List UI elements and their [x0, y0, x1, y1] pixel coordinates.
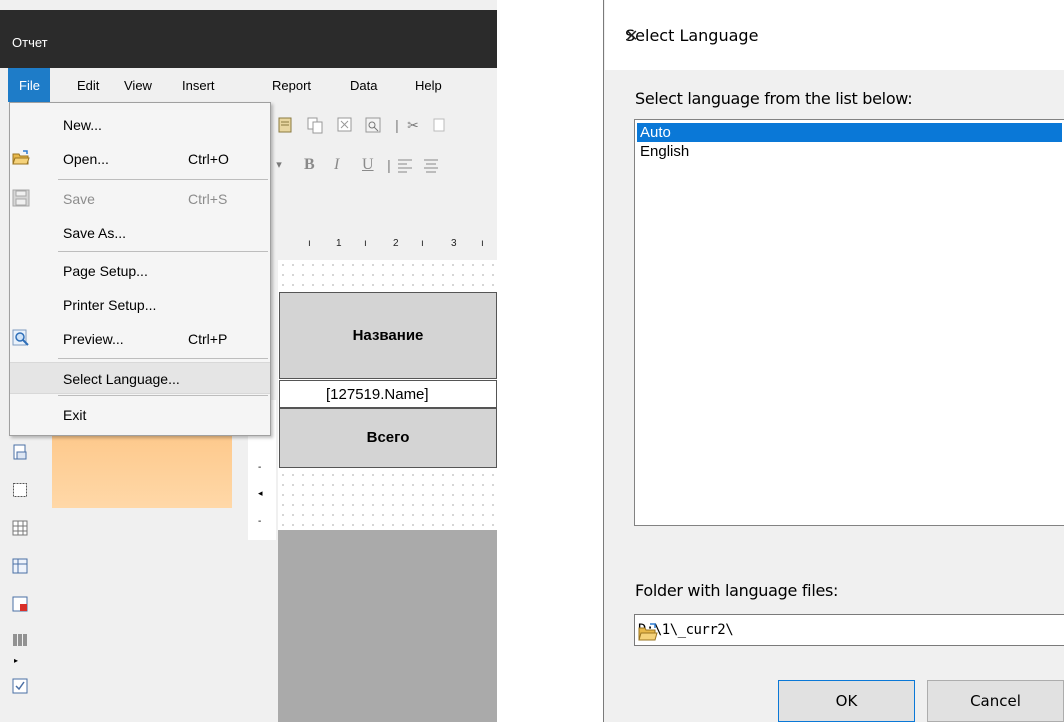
align-left-icon[interactable] [396, 156, 414, 174]
menu-separator [58, 358, 268, 359]
chart-component-icon[interactable] [12, 596, 28, 612]
menu-shortcut: Ctrl+P [188, 331, 228, 347]
open-folder-icon [12, 149, 30, 167]
menu-item-label: Select Language... [63, 371, 180, 387]
barcode-icon[interactable] [12, 632, 28, 648]
language-option-label: English [640, 143, 690, 160]
checkbox-icon[interactable] [12, 678, 28, 694]
menu-separator [58, 179, 268, 180]
ruler-label-2: 2 [393, 238, 399, 249]
select-language-dialog: Select Language ✕ Select language from t… [603, 0, 1064, 722]
menu-separator [58, 251, 268, 252]
underline-button[interactable]: U [362, 156, 374, 174]
menu-item-label: Exit [63, 407, 87, 423]
more-arrow-icon[interactable]: ▸ [14, 656, 30, 672]
close-icon[interactable]: ✕ [625, 26, 638, 45]
menu-separator [58, 395, 268, 396]
toolbar-standard: | ✂ [270, 108, 497, 144]
copy-icon[interactable] [306, 116, 324, 134]
menu-item-new[interactable]: New... [10, 109, 270, 141]
cut-icon[interactable]: ✂ [404, 116, 422, 134]
total-text: Всего [366, 429, 410, 446]
ruler-tick: ı [481, 238, 484, 249]
menu-item-label: New... [63, 117, 102, 133]
data-tree-panel [52, 430, 232, 508]
menu-item-label: Save As... [63, 225, 127, 241]
ruler-tick: ◂ [258, 488, 263, 498]
rectangle-icon[interactable] [12, 482, 28, 498]
ruler-label-1: 1 [336, 238, 342, 249]
menu-file[interactable]: File [8, 68, 50, 102]
report-designer-window: Отчет Edit View Insert Report Data Help … [0, 0, 497, 722]
font-size-dropdown-icon[interactable]: ▾ [270, 156, 288, 174]
align-center-icon[interactable] [422, 156, 440, 174]
menu-item-label: Preview... [63, 331, 124, 347]
menu-help[interactable]: Help [415, 78, 442, 93]
save-disk-icon [12, 189, 30, 207]
window-title: Отчет [12, 35, 48, 50]
menu-item-page-setup[interactable]: Page Setup... [10, 255, 270, 287]
language-list-prompt: Select language from the list below: [635, 89, 913, 108]
report-total-band[interactable]: Всего [279, 408, 497, 468]
cancel-button[interactable]: Cancel [927, 680, 1064, 722]
menu-bar: Edit View Insert Report Data Help [0, 68, 497, 102]
menu-item-select-language[interactable]: Select Language... [10, 362, 270, 394]
file-dropdown-menu: New... Open... Ctrl+O Save Ctrl+S Save A… [9, 102, 271, 436]
menu-data[interactable]: Data [350, 78, 377, 93]
menu-item-preview[interactable]: Preview... Ctrl+P [10, 323, 270, 355]
menu-item-label: Open... [63, 151, 109, 167]
copy-format-icon[interactable] [430, 116, 448, 134]
component-toolbar: ▸ [0, 430, 42, 722]
new-page-icon[interactable] [276, 116, 294, 134]
header-text: Название [352, 327, 424, 344]
panel-separator [232, 430, 248, 722]
preview-magnifier-icon [12, 329, 30, 347]
menu-item-label: Printer Setup... [63, 297, 157, 313]
data-field-text: [127519.Name] [326, 386, 429, 403]
menu-file-label: File [19, 78, 40, 93]
language-listbox[interactable]: Auto English [634, 119, 1064, 526]
browse-folder-icon[interactable] [638, 622, 658, 642]
menu-report[interactable]: Report [272, 78, 311, 93]
language-option-auto[interactable]: Auto [637, 123, 1062, 142]
bold-button[interactable]: B [304, 156, 315, 174]
toolbar-format: ▾ B I U | [270, 148, 497, 184]
crosstab-icon[interactable] [12, 558, 28, 574]
report-header-band[interactable]: Название [279, 292, 497, 379]
folder-label: Folder with language files: [635, 581, 839, 600]
menu-item-label: Save [63, 191, 95, 207]
menu-item-save-as[interactable]: Save As... [10, 217, 270, 249]
ok-button[interactable]: OK [778, 680, 915, 722]
ruler-tick: - [258, 516, 262, 527]
page-icon[interactable] [12, 444, 28, 460]
ruler-label-3: 3 [451, 238, 457, 249]
menu-view[interactable]: View [124, 78, 152, 93]
menu-item-label: Page Setup... [63, 263, 148, 279]
designer-titlebar: Отчет [0, 10, 497, 68]
properties-icon[interactable] [364, 116, 382, 134]
menu-item-printer-setup[interactable]: Printer Setup... [10, 289, 270, 321]
ruler-tick: ı [364, 238, 367, 249]
horizontal-ruler: ı 1 ı 2 ı 3 ı [278, 234, 497, 256]
dialog-title: Select Language [625, 26, 759, 45]
delete-icon[interactable] [336, 116, 354, 134]
language-option-label: Auto [640, 124, 671, 141]
report-data-band[interactable]: [127519.Name] [279, 380, 497, 408]
language-option-english[interactable]: English [637, 142, 1062, 161]
menu-item-save[interactable]: Save Ctrl+S [10, 183, 270, 215]
folder-path-input[interactable]: D:\1\_curr2\ [634, 614, 1064, 646]
ruler-tick: - [258, 462, 262, 473]
menu-insert[interactable]: Insert [182, 78, 215, 93]
menu-item-exit[interactable]: Exit [10, 399, 270, 431]
canvas-background [278, 530, 497, 722]
menu-edit[interactable]: Edit [77, 78, 99, 93]
italic-button[interactable]: I [334, 156, 339, 174]
dialog-titlebar: Select Language ✕ [605, 0, 1064, 70]
ruler-tick: ı [421, 238, 424, 249]
menu-shortcut: Ctrl+S [188, 191, 228, 207]
ruler-tick: ı [308, 238, 311, 249]
menu-item-open[interactable]: Open... Ctrl+O [10, 143, 270, 175]
menu-shortcut: Ctrl+O [188, 151, 229, 167]
table-icon[interactable] [12, 520, 28, 536]
